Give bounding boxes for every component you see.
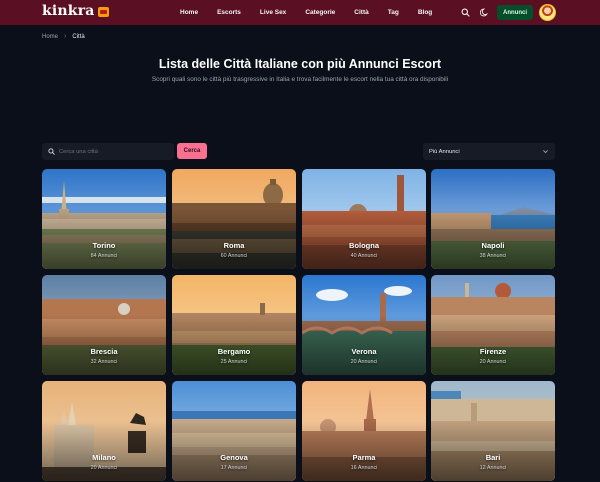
city-count: 38 Annunci: [479, 253, 507, 259]
city-card-brescia[interactable]: Brescia 32 Annunci: [42, 275, 166, 375]
card-shade: [42, 315, 166, 375]
city-count: 20 Annunci: [479, 359, 507, 365]
city-name: Bari: [485, 453, 501, 462]
city-count: 20 Annunci: [350, 359, 378, 365]
logo-badge-icon: [97, 7, 109, 17]
card-shade: [431, 209, 555, 269]
chevron-down-icon: [543, 150, 548, 154]
annunci-button[interactable]: Annunci: [497, 5, 533, 20]
city-name: Parma: [352, 453, 376, 462]
card-shade: [172, 315, 296, 375]
city-card-genova[interactable]: Genova 17 Annunci: [172, 381, 296, 481]
card-shade: [302, 209, 426, 269]
site-logo[interactable]: kinkra: [42, 3, 109, 19]
card-shade: [431, 421, 555, 481]
city-name: Torino: [92, 241, 116, 250]
card-shade: [42, 209, 166, 269]
city-card-parma[interactable]: Parma 16 Annunci: [302, 381, 426, 481]
city-name: Napoli: [481, 241, 505, 250]
city-name: Bergamo: [217, 347, 251, 356]
nav-home[interactable]: Home: [180, 9, 198, 16]
breadcrumb-home[interactable]: Home: [42, 34, 58, 40]
city-search-input[interactable]: [59, 148, 169, 155]
search-icon[interactable]: [461, 8, 470, 17]
city-name: Bologna: [349, 241, 379, 250]
page-subtitle: Scopri quali sono le città più trasgress…: [151, 76, 449, 83]
city-card-torino[interactable]: Torino 84 Annunci: [42, 169, 166, 269]
city-name: Verona: [351, 347, 377, 356]
city-count: 20 Annunci: [90, 465, 118, 471]
breadcrumb-separator: ›: [64, 33, 67, 40]
city-count: 84 Annunci: [90, 253, 118, 259]
breadcrumb-current: Città: [72, 33, 85, 40]
city-name: Brescia: [90, 347, 118, 356]
main-nav: Home Escorts Live Sex Categorie Città Ta…: [180, 0, 451, 25]
card-shade: [302, 315, 426, 375]
city-count: 40 Annunci: [350, 253, 378, 259]
nav-live-sex[interactable]: Live Sex: [260, 9, 286, 16]
page-title: Lista delle Città Italiane con più Annun…: [158, 57, 442, 71]
sort-select[interactable]: Più Annunci: [423, 143, 555, 160]
city-name: Genova: [220, 453, 248, 462]
logo-text: kinkra: [42, 3, 95, 19]
nav-blog[interactable]: Blog: [418, 9, 432, 16]
card-shade: [302, 421, 426, 481]
city-name: Roma: [223, 241, 245, 250]
nav-tag[interactable]: Tag: [388, 9, 399, 16]
card-shade: [172, 421, 296, 481]
city-grid: Torino 84 Annunci Roma 60 Annunci Bologn…: [42, 169, 555, 482]
city-card-milano[interactable]: Milano 20 Annunci: [42, 381, 166, 481]
city-card-bologna[interactable]: Bologna 40 Annunci: [302, 169, 426, 269]
card-shade: [431, 315, 555, 375]
city-count: 60 Annunci: [220, 253, 248, 259]
nav-categorie[interactable]: Categorie: [305, 9, 335, 16]
search-icon: [48, 148, 55, 155]
city-card-bergamo[interactable]: Bergamo 25 Annunci: [172, 275, 296, 375]
sort-selected-value: Più Annunci: [429, 148, 460, 155]
city-count: 12 Annunci: [479, 465, 507, 471]
city-card-roma[interactable]: Roma 60 Annunci: [172, 169, 296, 269]
nav-escorts[interactable]: Escorts: [217, 9, 241, 16]
avatar[interactable]: [539, 4, 556, 21]
city-card-napoli[interactable]: Napoli 38 Annunci: [431, 169, 555, 269]
top-navbar: kinkra Home Escorts Live Sex Categorie C…: [0, 0, 600, 25]
city-count: 32 Annunci: [90, 359, 118, 365]
search-button[interactable]: Cerca: [177, 143, 207, 159]
city-name: Firenze: [479, 347, 507, 356]
card-shade: [42, 421, 166, 481]
nav-citta[interactable]: Città: [354, 9, 368, 16]
moon-icon[interactable]: [480, 8, 489, 17]
city-search-box: [42, 143, 174, 160]
city-card-verona[interactable]: Verona 20 Annunci: [302, 275, 426, 375]
city-card-bari[interactable]: Bari 12 Annunci: [431, 381, 555, 481]
city-card-firenze[interactable]: Firenze 20 Annunci: [431, 275, 555, 375]
city-count: 16 Annunci: [350, 465, 378, 471]
card-shade: [172, 209, 296, 269]
city-name: Milano: [92, 453, 116, 462]
city-count: 17 Annunci: [220, 465, 248, 471]
city-count: 25 Annunci: [220, 359, 248, 365]
breadcrumb: Home › Città: [42, 33, 85, 40]
